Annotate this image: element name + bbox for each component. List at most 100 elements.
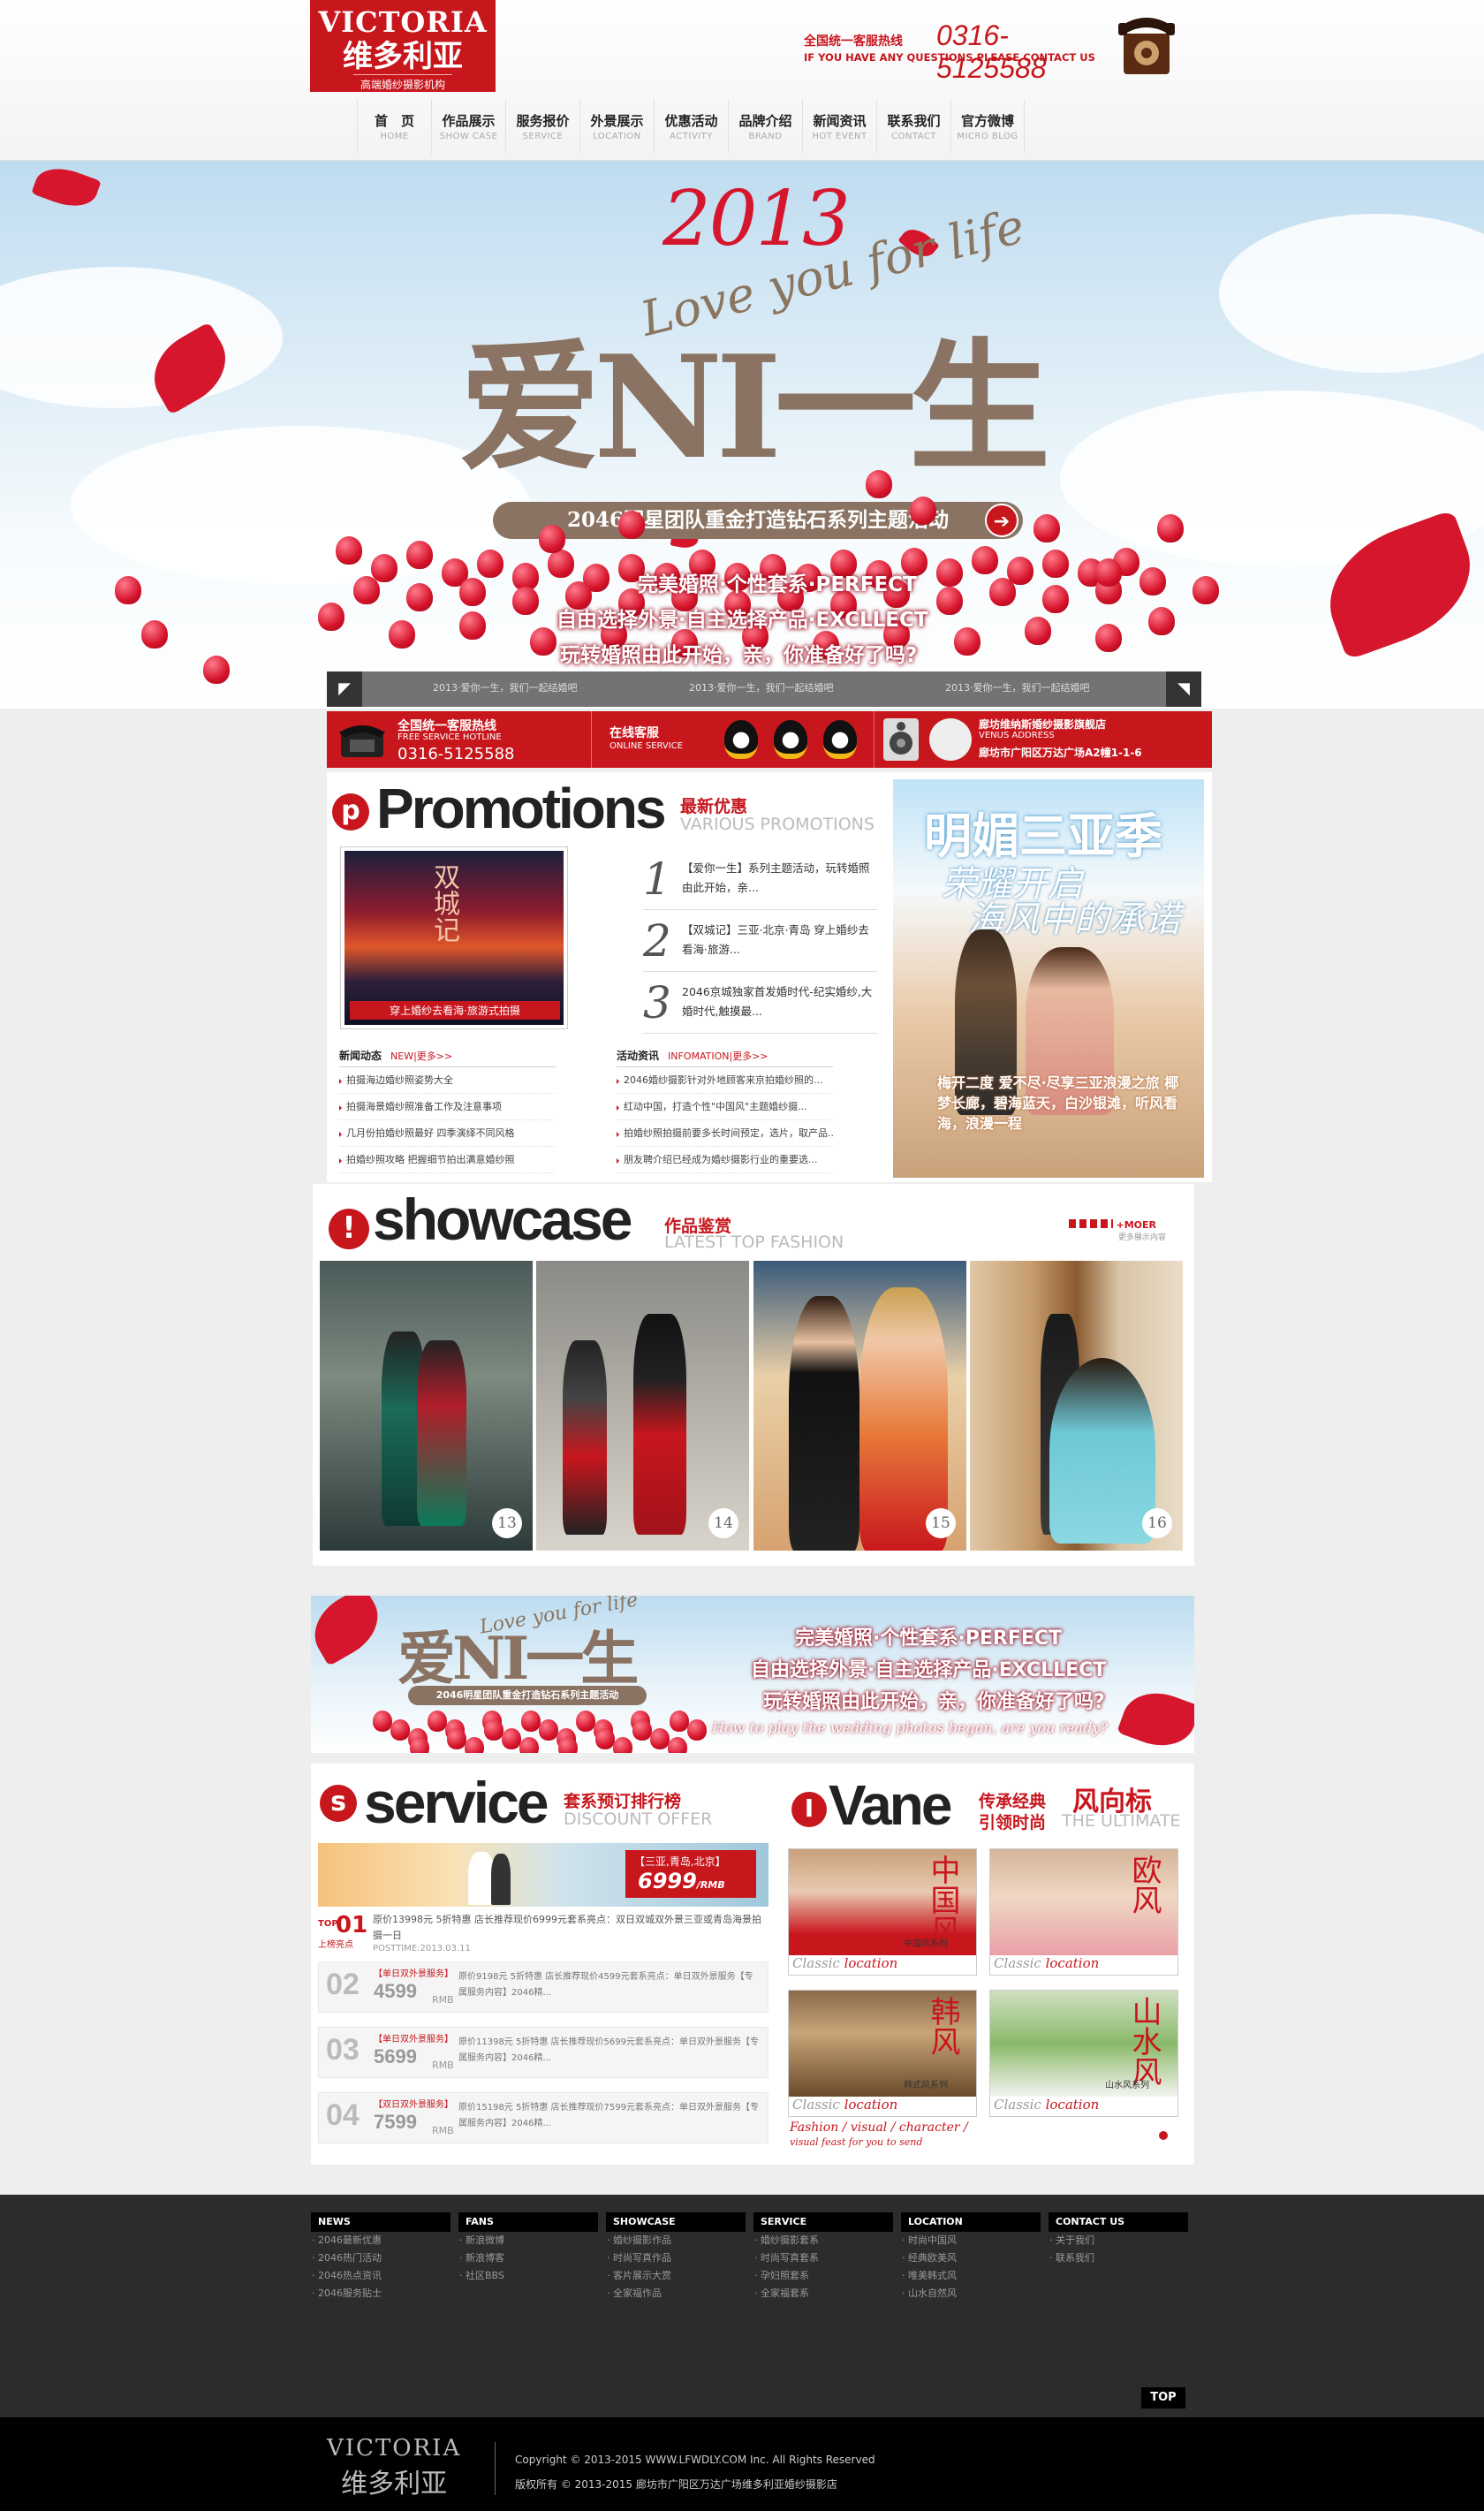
footer-link[interactable]: 孕妇照套系	[753, 2267, 893, 2285]
balloon-heart-icon	[1157, 514, 1184, 542]
footer-link[interactable]: 时尚写真作品	[606, 2249, 746, 2267]
nav-item[interactable]: 品牌介绍 BRAND	[728, 99, 802, 154]
vane-card[interactable]: 韩风 韩式风系列 Classic location	[788, 1990, 977, 2117]
couple-figure	[491, 1854, 511, 1905]
news-item[interactable]: 几月份拍婚纱照最好 四季演绎不同风格	[339, 1120, 556, 1147]
footer-column: SHOWCASE婚纱摄影作品时尚写真作品客片展示大赏全家福作品	[606, 2212, 746, 2302]
nav-item[interactable]: 作品展示 SHOW CASE	[431, 99, 505, 154]
nav-item[interactable]: 首 页 HOME	[357, 99, 431, 154]
footer-link[interactable]: 联系我们	[1049, 2249, 1188, 2267]
showcase-card[interactable]: 14	[536, 1261, 749, 1551]
activity-item[interactable]: 拍婚纱照拍摄前要多长时间预定，选片，取产品...	[617, 1120, 833, 1147]
footer-copyright: Copyright © 2013-2015 WWW.LFWDLY.COM Inc…	[515, 2447, 875, 2497]
banner-arrow-icon[interactable]: ➔	[985, 504, 1018, 537]
nav-item[interactable]: 优惠活动 ACTIVITY	[654, 99, 728, 154]
activity-more-link[interactable]: INFOMATION|更多>>	[668, 1051, 768, 1062]
promotion-item[interactable]: 2 【双城记】三亚·北京·青岛 穿上婚纱去看海·旅游...	[643, 912, 877, 972]
service-top-image[interactable]: 【三亚,青岛,北京】 6999/RMB	[318, 1843, 768, 1907]
footer-column-title: SERVICE	[753, 2212, 893, 2232]
showcase-card[interactable]: 16	[970, 1261, 1183, 1551]
banner-next-icon[interactable]: ◥	[1166, 671, 1201, 707]
service-row-desc: 原价11398元 5折特惠 店长推荐现价5699元套系亮点：单日双外景服务【专属…	[458, 2037, 759, 2063]
footer-link[interactable]: 关于我们	[1049, 2232, 1188, 2249]
nav-item[interactable]: 官方微博 MICRO BLOG	[950, 99, 1025, 154]
petal	[311, 1596, 390, 1666]
news-item[interactable]: 拍摄海景婚纱照准备工作及注意事项	[339, 1094, 556, 1120]
footer-link[interactable]: 新浪微博	[458, 2232, 598, 2249]
footer-link[interactable]: 客片展示大赏	[606, 2267, 746, 2285]
footer-link[interactable]: 婚纱摄影套系	[753, 2232, 893, 2249]
footer-link[interactable]: 新浪博客	[458, 2249, 598, 2267]
vane-card-sub: 山水风系列	[1105, 2081, 1149, 2090]
footer-link[interactable]: 社区BBS	[458, 2267, 598, 2285]
nav-item-en: CONTACT	[891, 132, 936, 141]
footer-link[interactable]: 时尚写真套系	[753, 2249, 893, 2267]
caption-location: location	[844, 2097, 898, 2113]
nav-item[interactable]: 服务报价 SERVICE	[505, 99, 579, 154]
footer-link[interactable]: 2046服务贴士	[311, 2285, 450, 2302]
banner-thumb[interactable]: 2013·爱你一生，我们一起结婚吧	[689, 680, 834, 694]
top-desc: 原价13998元 5折特惠 店长推荐现价6999元套系亮点：双日双城双外景三亚或…	[373, 1914, 761, 1941]
footer-link[interactable]: 唯美韩式风	[901, 2267, 1041, 2285]
service-row-num: 04	[326, 2098, 360, 2132]
nav-item-label: 首 页	[374, 113, 414, 129]
service-top-row[interactable]: TOP 01 上榜亮点 原价13998元 5折特惠 店长推荐现价6999元套系亮…	[318, 1910, 768, 1958]
footer-link[interactable]: 2046热门活动	[311, 2249, 450, 2267]
footer-link[interactable]: 2046最新优惠	[311, 2232, 450, 2249]
sanya-promo-image[interactable]: 明媚三亚季 荣耀开启 海风中的承诺 梅开二度 爱不尽·尽享三亚浪漫之旅 椰梦长廊…	[893, 779, 1204, 1178]
back-to-top-button[interactable]: TOP	[1141, 2387, 1185, 2409]
banner-thumb[interactable]: 2013·爱你一生，我们一起结婚吧	[433, 680, 578, 694]
nav-item[interactable]: 外景展示 LOCATION	[579, 99, 654, 154]
balloon-heart-icon	[406, 583, 433, 611]
footer-link[interactable]: 经典欧美风	[901, 2249, 1041, 2267]
ad-banner[interactable]: Love you for life 爱NI一生 2046明星团队重金打造钻石系列…	[311, 1596, 1194, 1753]
promotion-item[interactable]: 3 2046京城独家首发婚时代-纪实婚纱,大婚时代,触摸最...	[643, 974, 877, 1034]
showcase-card[interactable]: 15	[753, 1261, 966, 1551]
caption-classic: Classic	[792, 2097, 840, 2113]
couple-figure	[1049, 1358, 1155, 1544]
news-item[interactable]: 拍摄海边婚纱照姿势大全	[339, 1067, 556, 1094]
promotion-item[interactable]: 1 【爱你一生】系列主题活动，玩转婚照由此开始，亲...	[643, 850, 877, 910]
vane-card[interactable]: 中国风 中国风系列 Classic location	[788, 1848, 977, 1976]
footer-link[interactable]: 时尚中国风	[901, 2232, 1041, 2249]
nav-item[interactable]: 新闻资讯 HOT EVENT	[802, 99, 876, 154]
footer-link[interactable]: 全家福套系	[753, 2285, 893, 2302]
banner-thumb[interactable]: 2013·爱你一生，我们一起结婚吧	[945, 680, 1090, 694]
news-item[interactable]: 拍婚纱照攻略 把握细节拍出满意婚纱照	[339, 1147, 556, 1173]
footer-link[interactable]: 2046热点资讯	[311, 2267, 450, 2285]
promotion-item-num: 1	[643, 853, 671, 905]
showcase-more-link[interactable]: +MOER 更多展示内容	[1069, 1219, 1166, 1242]
site-logo[interactable]: VICTORIA 维多利亚 高端婚纱摄影机构	[310, 0, 496, 92]
vane-card[interactable]: 山水风 山水风系列 Classic location	[989, 1990, 1178, 2117]
service-row[interactable]: 03 【单日双外景服务】 5699 RMB 原价11398元 5折特惠 店长推荐现价56…	[318, 2027, 768, 2078]
footer-link[interactable]: 全家福作品	[606, 2285, 746, 2302]
activity-item[interactable]: 朋友聘介绍已经成为婚纱摄影行业的重要选...	[617, 1147, 833, 1173]
nav-item-label: 优惠活动	[664, 113, 718, 129]
news-more-link[interactable]: NEW|更多>>	[390, 1051, 452, 1062]
showcase-card[interactable]: 13	[320, 1261, 533, 1551]
service-row[interactable]: 02 【单日双外景服务】 4599 RMB 原价9198元 5折特惠 店长推荐现价459…	[318, 1961, 768, 2013]
footer-divider	[495, 2442, 496, 2495]
hero-banner[interactable]: 2013 Love you for life 爱NI一生 2046明星团队重金打…	[0, 161, 1484, 709]
qq-icon[interactable]	[774, 720, 807, 759]
footer-link[interactable]: 山水自然风	[901, 2285, 1041, 2302]
balloon-heart-icon	[670, 1711, 689, 1732]
footer-link[interactable]: 婚纱摄影作品	[606, 2232, 746, 2249]
banner-line-2: 自由选择外景·自主选择产品·EXCLLECT	[556, 609, 928, 632]
qq-icon[interactable]	[724, 720, 758, 759]
promotion-image[interactable]: 双城记 穿上婚纱去看海·旅游式拍摄	[340, 846, 568, 1029]
activity-item[interactable]: 红动中国，打造个性"中国风"主题婚纱摄...	[617, 1094, 833, 1120]
vane-card[interactable]: 欧风 Classic location	[989, 1848, 1178, 1976]
balloon-heart-icon	[353, 576, 380, 604]
nav-item-en: HOME	[380, 132, 409, 141]
banner-prev-icon[interactable]: ◤	[327, 671, 362, 707]
nav-item[interactable]: 联系我们 CONTACT	[876, 99, 950, 154]
balloon-heart-icon	[1095, 624, 1122, 652]
qq-icon[interactable]	[823, 720, 857, 759]
balloon-heart-icon	[989, 578, 1016, 606]
top-price-tag: 【三亚,青岛,北京】	[634, 1855, 726, 1868]
activity-item[interactable]: 2046婚纱摄影针对外地顾客来京拍婚纱照的...	[617, 1067, 833, 1094]
nav-item-en: HOT EVENT	[812, 132, 867, 141]
vane-more-icon[interactable]	[1159, 2131, 1168, 2140]
service-row[interactable]: 04 【双日双外景服务】 7599 RMB 原价15198元 5折特惠 店长推荐现价75…	[318, 2092, 768, 2143]
